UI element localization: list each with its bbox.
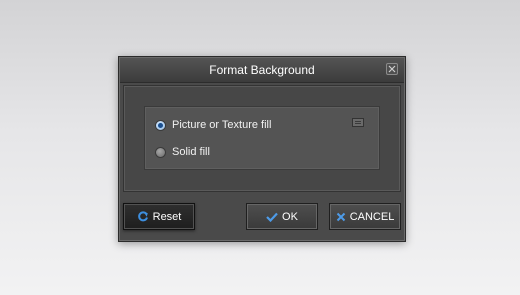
option-solid-fill[interactable]: Solid fill [155, 144, 210, 160]
dialog-title: Format Background [209, 63, 315, 77]
x-icon [336, 212, 346, 222]
close-button[interactable] [386, 63, 398, 75]
hamburger-icon[interactable] [352, 118, 364, 127]
solid-fill-radio[interactable] [155, 146, 166, 158]
option-label: Picture or Texture fill [172, 119, 272, 131]
option-picture-texture-fill[interactable]: Picture or Texture fill [155, 117, 271, 133]
reset-button[interactable]: Reset [123, 203, 195, 230]
ok-label: OK [282, 210, 298, 223]
format-background-dialog: Format Background Picture or Texture fil… [118, 56, 406, 242]
close-icon [388, 65, 396, 73]
fill-options-group: Picture or Texture fill Solid fill [144, 106, 380, 170]
option-label: Solid fill [172, 146, 210, 158]
picture-texture-radio[interactable] [155, 119, 166, 131]
ok-button[interactable]: OK [246, 203, 318, 230]
cancel-button[interactable]: CANCEL [329, 203, 401, 230]
reset-label: Reset [152, 210, 182, 223]
refresh-icon [137, 210, 149, 223]
cancel-label: CANCEL [349, 210, 395, 223]
fill-options-panel: Picture or Texture fill Solid fill [123, 85, 401, 192]
dialog-titlebar[interactable]: Format Background [120, 58, 404, 83]
checkmark-icon [266, 212, 278, 222]
